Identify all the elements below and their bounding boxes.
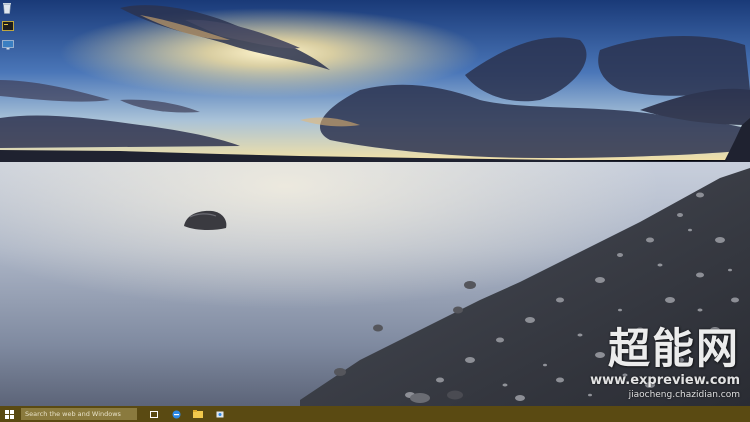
file-explorer-icon: [193, 410, 203, 418]
desktop: 超能网 www.expreview.com jiaocheng.chazidia…: [0, 0, 750, 422]
store-button[interactable]: [209, 406, 231, 422]
task-view-icon: [150, 410, 158, 418]
task-view-button[interactable]: [143, 406, 165, 422]
edge-button[interactable]: [165, 406, 187, 422]
start-button[interactable]: [0, 406, 18, 422]
desktop-icon-column: [2, 2, 16, 59]
search-placeholder: Search the web and Windows: [25, 410, 121, 418]
taskbar: Search the web and Windows: [0, 406, 750, 422]
monitor-icon[interactable]: [2, 40, 14, 52]
search-box[interactable]: Search the web and Windows: [21, 408, 137, 420]
store-icon: [216, 411, 224, 418]
recycle-bin-icon[interactable]: [2, 2, 14, 14]
terminal-icon[interactable]: [2, 21, 14, 33]
file-explorer-button[interactable]: [187, 406, 209, 422]
windows-logo-icon: [4, 409, 14, 419]
wallpaper: [0, 0, 750, 406]
edge-icon: [172, 410, 180, 418]
